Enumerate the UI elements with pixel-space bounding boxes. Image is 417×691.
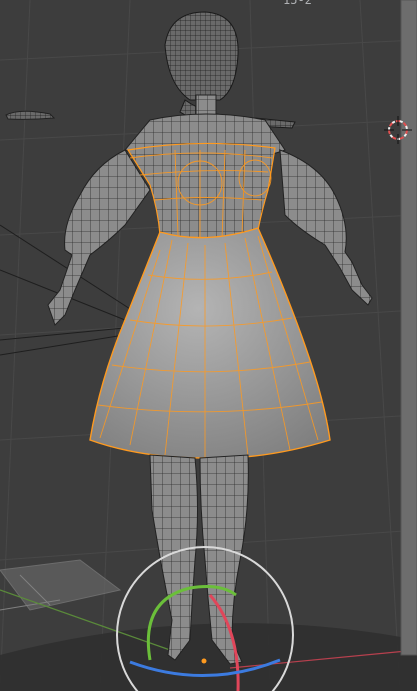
- character-bodice: [127, 142, 276, 240]
- corner-label: 15-2: [283, 0, 312, 7]
- small-object: [5, 110, 56, 120]
- stage-disc: [0, 623, 417, 691]
- gizmo-center-dot: [201, 658, 207, 664]
- pillar-object: [400, 0, 417, 656]
- character-right-arm: [279, 149, 373, 306]
- character-hair: [164, 11, 239, 101]
- viewport-scene[interactable]: [0, 0, 417, 691]
- character-mesh[interactable]: [47, 11, 373, 665]
- character-skirt: [89, 227, 331, 459]
- 3d-viewport[interactable]: 15-2: [0, 0, 417, 691]
